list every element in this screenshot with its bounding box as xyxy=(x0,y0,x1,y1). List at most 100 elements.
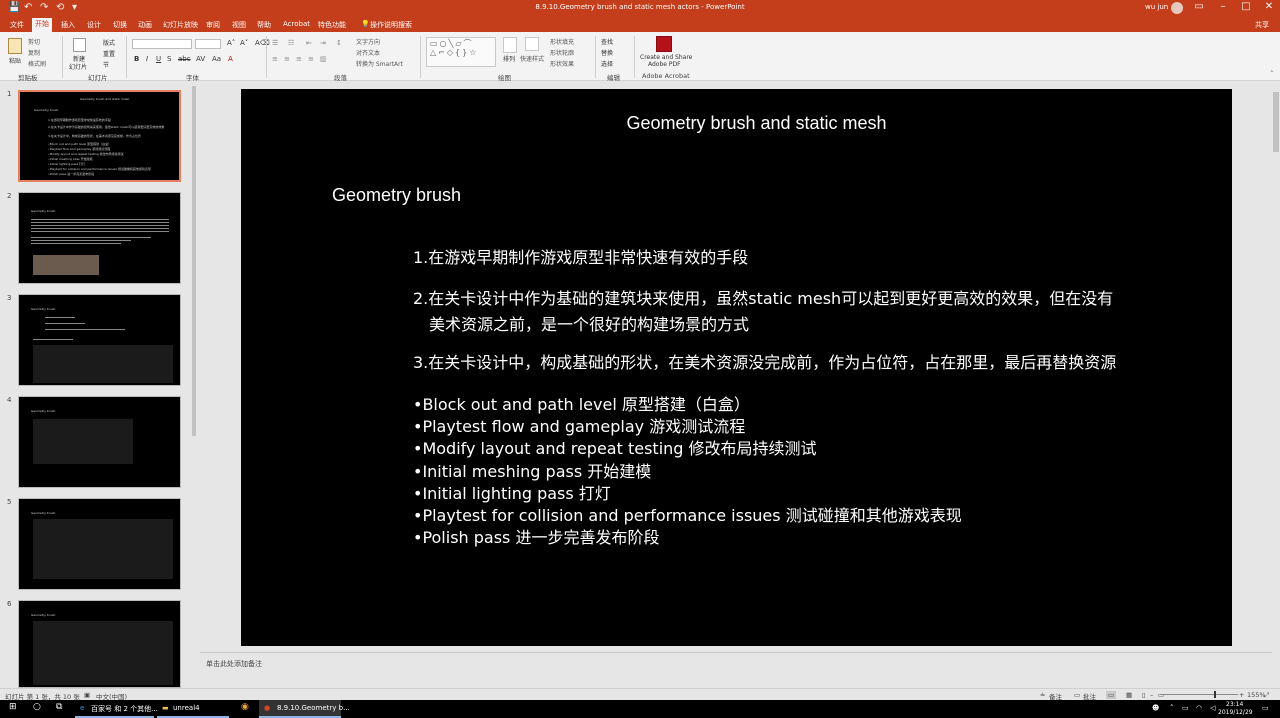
find-button[interactable]: 查找 xyxy=(601,37,613,46)
slideshow-icon[interactable]: ▭ xyxy=(1158,691,1164,699)
create-pdf-button[interactable]: Create and Share xyxy=(640,54,692,61)
grow-font-icon[interactable]: A˄ xyxy=(227,39,235,47)
minimize-icon[interactable]: – xyxy=(1213,1,1233,12)
scroll-thumb[interactable] xyxy=(192,86,196,436)
taskbar-app-browser[interactable]: e 百家号 和 2 个其他... xyxy=(75,700,158,718)
notes-placeholder[interactable]: 单击此处添加备注 xyxy=(206,659,262,669)
slide-sorter-icon[interactable]: ▦ xyxy=(1126,691,1132,699)
font-size-combo[interactable] xyxy=(195,39,221,49)
ribbon-display-icon[interactable]: ▭ xyxy=(1189,1,1209,12)
arrange-button[interactable]: 排列 xyxy=(503,54,515,63)
line-spacing-icon[interactable]: ↕ xyxy=(336,39,342,47)
slide-title[interactable]: Geometry brush and static mesh xyxy=(241,113,1272,134)
tab-file[interactable]: 文件 xyxy=(7,19,27,31)
layout-button[interactable]: 版式 xyxy=(103,38,115,47)
tab-acrobat[interactable]: Acrobat xyxy=(280,19,313,29)
change-case-icon[interactable]: Aa xyxy=(212,55,221,63)
task-view-icon[interactable]: ⧉ xyxy=(56,702,62,712)
slide-scrollbar[interactable] xyxy=(1272,82,1280,688)
justify-icon[interactable]: ≡ xyxy=(308,55,314,63)
bullet-2[interactable]: •Playtest flow and gameplay 游戏测试流程 xyxy=(413,413,745,437)
paste-icon[interactable] xyxy=(8,38,22,54)
shape-effects-button[interactable]: 形状效果 xyxy=(550,59,574,68)
bold-icon[interactable]: B xyxy=(134,55,139,63)
align-left-icon[interactable]: ≡ xyxy=(272,55,278,63)
bullet-1[interactable]: •Block out and path level 原型搭建（白盒） xyxy=(413,391,750,415)
tab-view[interactable]: 视图 xyxy=(229,19,249,31)
taskbar-app-powerpoint[interactable]: ● 8.9.10.Geometry b... xyxy=(259,700,350,718)
taskbar-app-folder[interactable]: ▬ unreal4 xyxy=(157,700,229,718)
quick-styles-button[interactable]: 快速样式 xyxy=(520,54,544,63)
tab-animations[interactable]: 动画 xyxy=(135,19,155,31)
underline-icon[interactable]: U xyxy=(156,55,161,63)
columns-icon[interactable]: ▥ xyxy=(320,55,327,63)
zoom-in-icon[interactable]: + xyxy=(1239,691,1244,699)
comments-icon[interactable]: ▭ xyxy=(1074,691,1080,699)
tray-battery-icon[interactable]: ▭ xyxy=(1182,704,1189,712)
clock-time[interactable]: 23:14 xyxy=(1226,701,1243,708)
paste-button[interactable]: 粘贴 xyxy=(9,56,21,65)
bullet-3[interactable]: •Modify layout and repeat testing 修改布局持续… xyxy=(413,435,817,459)
windows-start-icon[interactable]: ⊞ xyxy=(9,702,17,712)
scroll-thumb[interactable] xyxy=(1273,92,1279,152)
tray-volume-icon[interactable]: ◁ xyxy=(1210,704,1215,712)
tab-transitions[interactable]: 切换 xyxy=(110,19,130,31)
paragraph-1[interactable]: 1.在游戏早期制作游戏原型非常快速有效的手段 xyxy=(413,244,748,268)
align-right-icon[interactable]: ≡ xyxy=(296,55,302,63)
tab-review[interactable]: 审阅 xyxy=(203,19,223,31)
select-button[interactable]: 选择 xyxy=(601,59,613,68)
notes-pane[interactable]: 单击此处添加备注 xyxy=(200,652,1272,688)
spellcheck-icon[interactable]: ▣ xyxy=(84,691,90,699)
font-name-combo[interactable] xyxy=(132,39,192,49)
cut-button[interactable]: 剪切 xyxy=(28,37,40,46)
thumbnail-slide-2[interactable]: Geometry brush xyxy=(18,192,181,284)
fit-slide-icon[interactable]: ⤢ xyxy=(1264,691,1269,700)
clear-format-icon[interactable]: A⌫ xyxy=(255,39,270,47)
chrome-icon[interactable]: ◉ xyxy=(241,702,249,712)
share-button[interactable]: 共享 xyxy=(1255,20,1269,30)
zoom-out-icon[interactable]: – xyxy=(1150,691,1153,699)
tell-me-search[interactable]: 操作说明搜索 xyxy=(367,19,415,31)
normal-view-icon[interactable]: ▭ xyxy=(1106,691,1117,699)
replace-button[interactable]: 替换 xyxy=(601,48,613,57)
new-slide-label[interactable]: 幻灯片 xyxy=(69,62,87,71)
bullet-4[interactable]: •Initial meshing pass 开始建模 xyxy=(413,458,651,482)
cortana-icon[interactable]: ○ xyxy=(33,702,41,712)
thumbnail-slide-6[interactable]: Geometry brush xyxy=(18,600,181,688)
strikethrough-icon[interactable]: abc xyxy=(178,55,191,63)
quick-styles-icon[interactable] xyxy=(525,37,539,51)
zoom-slider[interactable] xyxy=(1160,694,1238,695)
create-pdf-label[interactable]: Adobe PDF xyxy=(648,61,681,68)
adobe-pdf-icon[interactable] xyxy=(656,36,672,52)
avatar[interactable] xyxy=(1171,2,1183,14)
copy-button[interactable]: 复制 xyxy=(28,48,40,57)
shape-outline-button[interactable]: 形状轮廓 xyxy=(550,48,574,57)
numbering-icon[interactable]: ☷ xyxy=(288,39,294,47)
decrease-indent-icon[interactable]: ⇤ xyxy=(306,39,312,47)
zoom-level[interactable]: 155% xyxy=(1247,691,1266,699)
slide-canvas[interactable]: Geometry brush and static mesh Geometry … xyxy=(241,89,1232,646)
tab-design[interactable]: 设计 xyxy=(84,19,104,31)
increase-indent-icon[interactable]: ⇥ xyxy=(320,39,326,47)
tab-slideshow[interactable]: 幻灯片放映 xyxy=(160,19,201,31)
user-name[interactable]: wu jun xyxy=(1145,3,1168,11)
tab-featured[interactable]: 特色功能 xyxy=(315,19,349,31)
thumbnail-scrollbar[interactable] xyxy=(191,84,197,684)
format-painter-button[interactable]: 格式刷 xyxy=(28,59,46,68)
reading-view-icon[interactable]: ▯ xyxy=(1142,691,1146,699)
align-text-button[interactable]: 对齐文本 xyxy=(356,48,380,57)
thumbnail-slide-3[interactable]: Geometry brush xyxy=(18,294,181,386)
thumbnail-slide-5[interactable]: Geometry brush xyxy=(18,498,181,590)
section-button[interactable]: 节 xyxy=(103,60,109,69)
shapes-gallery-icon-row2[interactable]: △⌐◇{}☆ xyxy=(430,48,478,57)
close-icon[interactable]: ✕ xyxy=(1259,1,1279,12)
new-slide-icon[interactable] xyxy=(73,38,86,52)
notes-icon[interactable]: ≐ xyxy=(1040,691,1045,699)
thumbnail-slide-4[interactable]: Geometry brush xyxy=(18,396,181,488)
tab-help[interactable]: 帮助 xyxy=(254,19,274,31)
bullets-icon[interactable]: ☰ xyxy=(272,39,278,47)
tab-insert[interactable]: 插入 xyxy=(58,19,78,31)
text-direction-button[interactable]: 文字方向 xyxy=(356,37,380,46)
collapse-ribbon-icon[interactable]: ˄ xyxy=(1270,70,1274,78)
thumbnail-slide-1[interactable]: Geometry brush and static mesh Geometry … xyxy=(18,90,181,182)
